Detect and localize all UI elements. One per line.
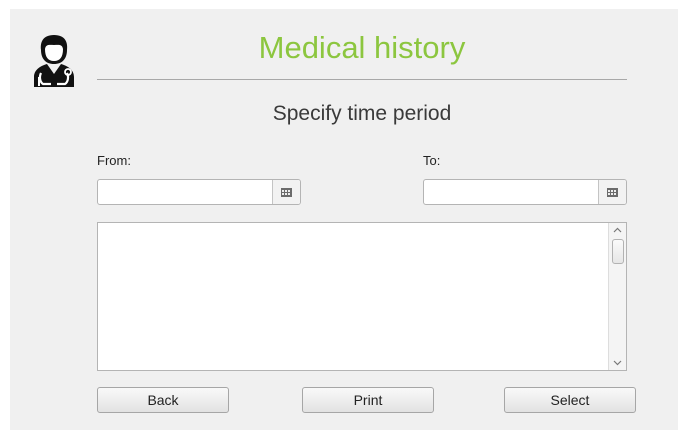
doctor-avatar-icon: [34, 35, 74, 87]
to-date-input[interactable]: [424, 180, 600, 204]
to-date-field[interactable]: [423, 179, 627, 205]
to-label: To:: [423, 153, 441, 168]
from-calendar-button[interactable]: [272, 180, 300, 204]
to-calendar-button[interactable]: [598, 180, 626, 204]
results-list[interactable]: [97, 222, 627, 371]
scroll-down-button[interactable]: [609, 356, 626, 370]
title-divider: [97, 79, 627, 80]
from-date-field[interactable]: [97, 179, 301, 205]
scroll-up-button[interactable]: [609, 223, 626, 237]
page-title: Medical history: [258, 30, 466, 65]
scroll-thumb[interactable]: [612, 239, 624, 264]
calendar-icon: [607, 187, 618, 197]
print-button[interactable]: Print: [302, 387, 434, 413]
period-heading: Specify time period: [272, 102, 452, 125]
results-scrollbar[interactable]: [608, 223, 626, 370]
calendar-icon: [281, 187, 292, 197]
from-label: From:: [97, 153, 131, 168]
from-date-input[interactable]: [98, 180, 274, 204]
back-button[interactable]: Back: [97, 387, 229, 413]
select-button[interactable]: Select: [504, 387, 636, 413]
chevron-down-icon: [613, 360, 622, 366]
chevron-up-icon: [613, 227, 622, 233]
